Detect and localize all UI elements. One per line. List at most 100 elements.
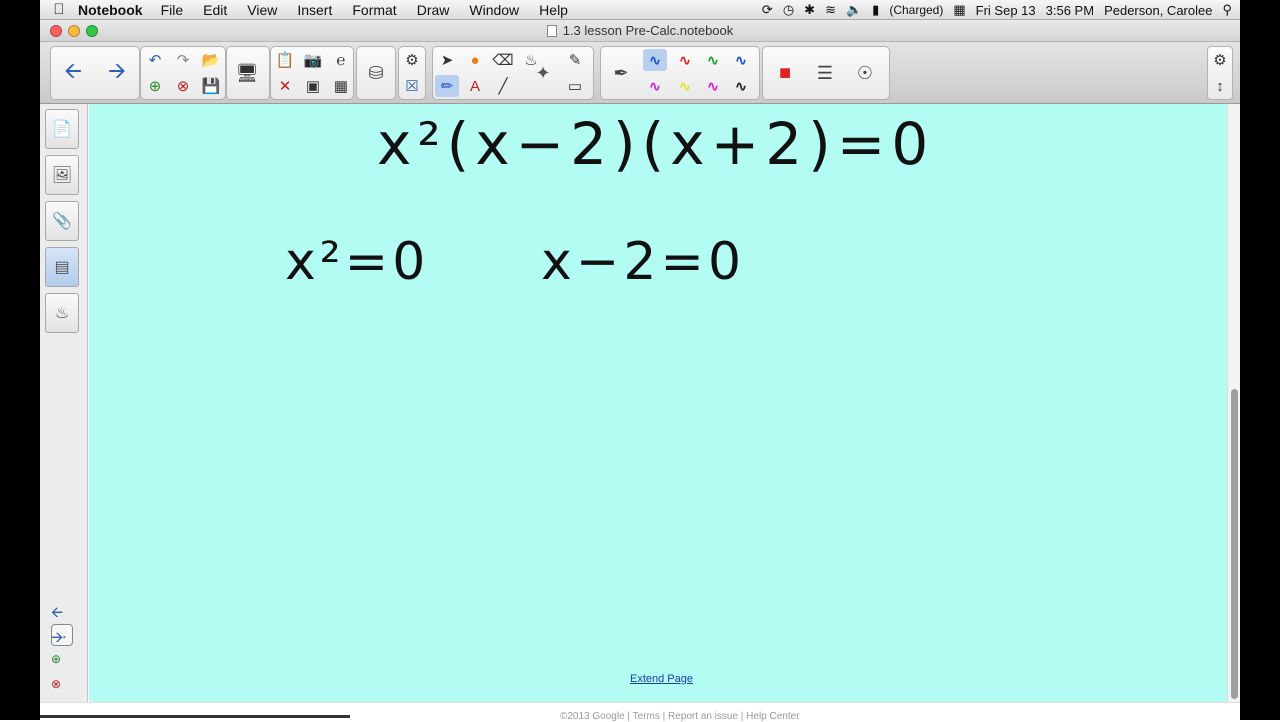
delete-page-icon[interactable]: ⊗	[171, 75, 195, 97]
close-tool-icon[interactable]: ☒	[400, 75, 424, 97]
properties-tab[interactable]: ▤	[45, 247, 79, 287]
attachments-tab[interactable]: 📎	[45, 201, 79, 241]
select-icon[interactable]: ➤	[435, 49, 459, 71]
window-title-bar: 1.3 lesson Pre-Calc.notebook	[40, 20, 1240, 42]
bottom-bar: ©2013 Google | Terms | Report an issue |…	[40, 702, 1240, 722]
whiteboard-canvas[interactable]: x²(x−2)(x+2)=0 x²=0 x−2=0 Extend Page	[89, 104, 1227, 702]
menu-draw[interactable]: Draw	[417, 2, 450, 18]
sidebar-back-icon[interactable]: 🡨	[51, 602, 63, 627]
open-file-icon[interactable]: 📂	[199, 49, 223, 71]
sidebar-add-page-icon[interactable]: ⊕	[51, 652, 61, 666]
table-icon[interactable]: ▦	[329, 75, 353, 97]
ink-icon[interactable]: ✎	[563, 49, 587, 71]
line-icon[interactable]: ╱	[491, 75, 515, 97]
pen-colors-group: ✒ ∿ ∿ ∿ ∿ ∿ ∿ ∿ ∿	[600, 46, 760, 100]
capture-icon[interactable]: 📷	[301, 49, 325, 71]
gallery-tab[interactable]: 🖼	[45, 155, 79, 195]
addons-tab[interactable]: ♨	[45, 293, 79, 333]
pen-magenta-swatch[interactable]: ∿	[643, 75, 667, 97]
clipboard-group: 📋 📷 ℮ ✕ ▣ ▦	[270, 46, 354, 100]
toolbar: 🡨 🡪 ↶ ↷ 📂 ⊕ ⊗ 💾 🖥 📋 📷 ℮ ✕ ▣ ▦ ⛁ ⚙ ☒ ➤ ● …	[40, 42, 1240, 104]
sync-icon[interactable]: ⟳	[762, 2, 773, 18]
sidebar-forward-icon[interactable]: 🡪	[51, 627, 63, 652]
show-screen-icon[interactable]: ▣	[301, 75, 325, 97]
app-menu[interactable]: Notebook	[78, 2, 143, 18]
transparency-icon[interactable]: ☉	[849, 50, 881, 96]
pen-blue2-swatch[interactable]: ∿	[729, 49, 753, 71]
menu-window[interactable]: Window	[469, 2, 519, 18]
apple-icon[interactable]: 	[40, 1, 78, 18]
pen-tool-icon[interactable]: ✒	[605, 50, 637, 96]
equation-right: x−2=0	[541, 232, 746, 292]
redo-icon[interactable]: ↷	[171, 49, 195, 71]
undo-icon[interactable]: ↶	[143, 49, 167, 71]
measurement-icon[interactable]: ⚙	[400, 49, 424, 71]
time-machine-icon[interactable]: ◷	[783, 2, 794, 18]
zoom-window-button[interactable]	[86, 25, 98, 37]
previous-page-button[interactable]: 🡨	[57, 50, 89, 96]
bluetooth-icon[interactable]: ✱	[804, 2, 815, 18]
pen-blue-swatch[interactable]: ∿	[643, 49, 667, 71]
screen-shade-icon[interactable]: 🖥	[231, 50, 263, 96]
paste-icon[interactable]: 📋	[273, 49, 297, 71]
gear-icon[interactable]: ⚙	[1208, 49, 1232, 71]
display-group: 🖥	[226, 46, 270, 100]
pen-red-swatch[interactable]: ∿	[673, 49, 697, 71]
page-sorter-icon: 📄	[52, 121, 72, 138]
settings-group: ⚙ ↕	[1207, 46, 1233, 100]
battery-status: (Charged)	[889, 3, 944, 17]
pen-green-swatch[interactable]: ∿	[701, 49, 725, 71]
vertical-scrollbar[interactable]	[1227, 104, 1240, 702]
document-camera-icon[interactable]: ⛁	[360, 50, 392, 96]
volume-icon[interactable]: 🔈	[846, 2, 862, 18]
scrollbar-thumb[interactable]	[1231, 389, 1238, 699]
keyboard-icon[interactable]: ▦	[953, 2, 965, 18]
menu-format[interactable]: Format	[352, 2, 396, 18]
save-icon[interactable]: 💾	[199, 75, 223, 97]
pen-yellow-swatch[interactable]: ∿	[673, 75, 697, 97]
magic-pen-icon[interactable]: ✦	[527, 50, 559, 96]
toolbar-position-icon[interactable]: ↕	[1208, 75, 1232, 97]
page-sorter-tab[interactable]: 📄	[45, 109, 79, 149]
menu-insert[interactable]: Insert	[297, 2, 332, 18]
app-frame:  Notebook File Edit View Insert Format …	[0, 0, 1280, 722]
document-camera-group: ⛁	[356, 46, 396, 100]
eraser2-icon[interactable]: ▭	[563, 75, 587, 97]
minimize-window-button[interactable]	[68, 25, 80, 37]
extend-page-link[interactable]: Extend Page	[630, 673, 693, 685]
menubar-date[interactable]: Fri Sep 13	[976, 3, 1036, 18]
menu-help[interactable]: Help	[539, 2, 568, 18]
menu-file[interactable]: File	[161, 2, 184, 18]
gallery-icon: 🖼	[51, 167, 73, 184]
menu-edit[interactable]: Edit	[203, 2, 227, 18]
pen-magenta-dash-swatch[interactable]: ∿	[701, 75, 725, 97]
side-tabs: 📄 🖼 📎 ▤ ♨ ↔ 🡨 🡪 ⊕ ⊗	[40, 104, 88, 716]
menubar-time[interactable]: 3:56 PM	[1046, 3, 1094, 18]
add-page-icon[interactable]: ⊕	[143, 75, 167, 97]
pens-icon[interactable]: ✏	[435, 75, 459, 97]
sidebar-delete-page-icon[interactable]: ⊗	[51, 677, 61, 691]
battery-icon[interactable]: ▮	[872, 2, 879, 18]
text-icon[interactable]: A	[463, 75, 487, 97]
delete-icon[interactable]: ✕	[273, 75, 297, 97]
left-letterbox	[0, 0, 40, 720]
shape-icon[interactable]: ●	[463, 49, 487, 71]
menubar-user[interactable]: Pederson, Carolee	[1104, 3, 1212, 18]
color-palette-icon[interactable]: ■	[769, 50, 801, 96]
line-style-icon[interactable]: ☰	[809, 50, 841, 96]
right-letterbox	[1240, 0, 1280, 720]
puzzle-icon: ♨	[54, 305, 70, 322]
pen-black-swatch[interactable]: ∿	[729, 75, 753, 97]
next-page-button[interactable]: 🡪	[101, 50, 133, 96]
footer-links: ©2013 Google | Terms | Report an issue |…	[560, 711, 800, 722]
close-window-button[interactable]	[50, 25, 62, 37]
menu-view[interactable]: View	[247, 2, 277, 18]
status-area: ⟳ ◷ ✱ ≋ 🔈 ▮ (Charged) ▦ Fri Sep 13 3:56 …	[762, 0, 1232, 20]
edit-group: ↶ ↷ 📂 ⊕ ⊗ 💾	[140, 46, 226, 100]
document-icon	[546, 25, 557, 37]
spotlight-search-icon[interactable]: ⚲	[1222, 2, 1232, 18]
paperclip-icon: 📎	[52, 213, 72, 230]
eraser-icon[interactable]: ⌫	[491, 49, 515, 71]
text-tool-icon[interactable]: ℮	[329, 49, 353, 71]
wifi-icon[interactable]: ≋	[825, 2, 836, 18]
